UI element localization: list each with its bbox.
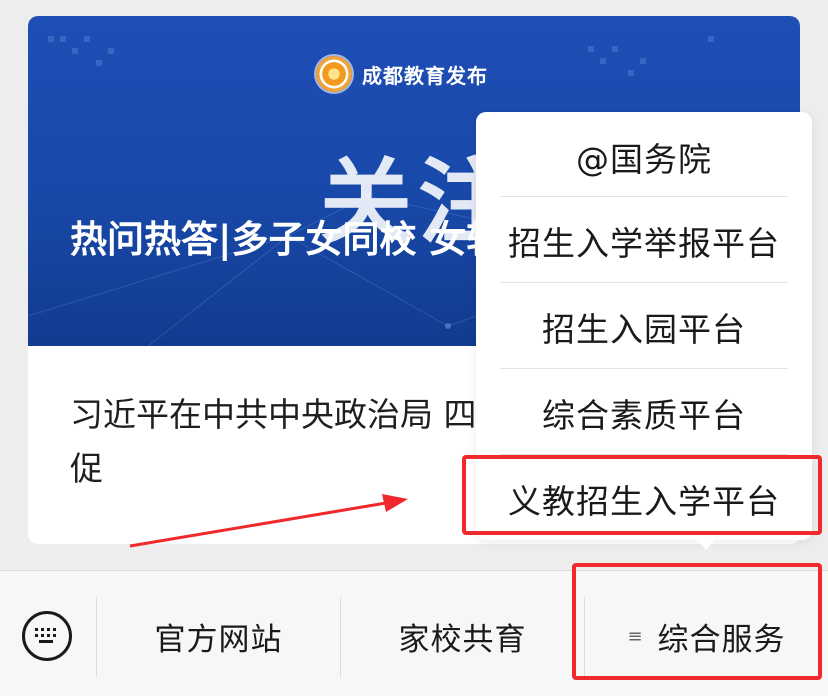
menu-divider <box>500 282 788 283</box>
keyboard-icon[interactable] <box>22 611 72 661</box>
popup-caret <box>694 536 718 550</box>
brand: 成都教育发布 <box>316 56 488 92</box>
brand-logo-icon <box>316 56 352 92</box>
menu-item-comprehensive-quality[interactable]: 综合素质平台 <box>500 370 788 456</box>
highlight-box-menu-item <box>462 455 822 535</box>
menu-divider <box>500 368 788 369</box>
menu-divider <box>500 196 788 197</box>
highlight-box-tab <box>572 563 822 680</box>
menu-item-state-council[interactable]: @国务院 <box>500 114 788 200</box>
tab-official-website[interactable]: 官方网站 <box>97 601 340 671</box>
menu-item-enrollment-report[interactable]: 招生入学举报平台 <box>500 198 788 284</box>
menu-item-kindergarten-enrollment[interactable]: 招生入园平台 <box>500 284 788 370</box>
brand-name: 成都教育发布 <box>362 63 488 88</box>
tab-home-school[interactable]: 家校共育 <box>341 601 584 671</box>
